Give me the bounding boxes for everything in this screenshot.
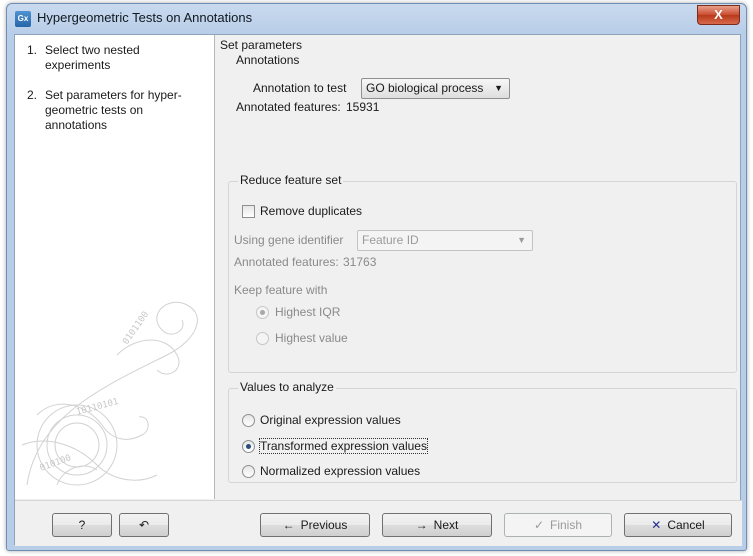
gene-identifier-value: Feature ID [362, 233, 419, 247]
annotated-features-label: Annotated features: [236, 100, 341, 114]
annotations-group: Annotations Annotation to test GO biolog… [228, 53, 737, 165]
step-number: 2. [27, 88, 38, 102]
close-button[interactable]: X [697, 5, 740, 25]
keep-feature-with-label: Keep feature with [234, 283, 328, 297]
original-values-label: Original expression values [260, 413, 401, 427]
step-1: 1. Select two nested experiments [27, 43, 207, 73]
transformed-values-radio[interactable] [242, 440, 255, 453]
normalized-values-label: Normalized expression values [260, 464, 421, 478]
button-bar: ? ↶ ← Previous → Next ✓ Finish ✕ Cancel [15, 500, 742, 546]
gene-identifier-label: Using gene identifier [234, 233, 344, 247]
arrow-right-icon: → [415, 518, 428, 532]
panel-header: Set parameters [220, 38, 303, 52]
highest-value-label: Highest value [275, 331, 348, 345]
transformed-values-label: Transformed expression values [259, 438, 428, 454]
dialog-window: Gx Hypergeometric Tests on Annotations X… [6, 3, 747, 551]
finish-button[interactable]: ✓ Finish [504, 513, 612, 537]
next-button-label: Next [433, 518, 459, 532]
values-to-analyze-title: Values to analyze [238, 380, 336, 394]
window-title: Hypergeometric Tests on Annotations [37, 10, 253, 25]
reduce-feature-set-group: Reduce feature set Remove duplicates Usi… [228, 173, 737, 373]
normalized-values-radio[interactable] [242, 465, 255, 478]
wizard-steps-panel: 1. Select two nested experiments 2. Set … [15, 35, 215, 499]
values-to-analyze-group: Values to analyze Original expression va… [228, 380, 737, 483]
previous-button[interactable]: ← Previous [260, 513, 370, 537]
next-button[interactable]: → Next [382, 513, 492, 537]
highest-iqr-radio[interactable] [256, 306, 269, 319]
step-number: 1. [27, 43, 38, 57]
gene-identifier-dropdown[interactable]: Feature ID ▼ [357, 230, 533, 251]
highest-iqr-label: Highest IQR [275, 305, 341, 319]
remove-duplicates-checkbox[interactable] [242, 205, 255, 218]
checkmark-icon: ✓ [533, 518, 545, 532]
svg-text:0101100: 0101100 [121, 310, 151, 347]
annotation-to-test-value: GO biological process [366, 81, 484, 95]
app-icon: Gx [15, 11, 31, 27]
reduce-feature-set-title: Reduce feature set [238, 173, 344, 187]
step-2: 2. Set parameters for hyper-geometric te… [27, 88, 207, 133]
annotated-features-value: 15931 [346, 100, 380, 114]
arrow-left-icon: ← [282, 518, 295, 532]
reset-icon: ↶ [138, 518, 150, 532]
reset-button[interactable]: ↶ [119, 513, 169, 537]
help-button-label: ? [78, 518, 86, 532]
cancel-button-label: Cancel [667, 518, 705, 532]
help-button[interactable]: ? [52, 513, 112, 537]
original-values-radio[interactable] [242, 414, 255, 427]
annotated-features-value: 31763 [343, 255, 377, 269]
step-label: Set parameters for hyper-geometric tests… [45, 88, 182, 132]
annotation-to-test-label: Annotation to test [253, 81, 347, 95]
dialog-body: 1. Select two nested experiments 2. Set … [14, 34, 742, 546]
chevron-down-icon: ▼ [494, 83, 503, 93]
decorative-swirl-graphic: 010100 0101100 10110101 [21, 301, 198, 486]
remove-duplicates-label: Remove duplicates [260, 204, 363, 218]
parameters-panel: Set parameters Annotations Annotation to… [218, 35, 742, 499]
finish-button-label: Finish [550, 518, 583, 532]
cancel-button[interactable]: ✕ Cancel [624, 513, 732, 537]
chevron-down-icon: ▼ [517, 235, 526, 245]
cancel-x-icon: ✕ [651, 518, 662, 532]
svg-text:10110101: 10110101 [75, 397, 119, 418]
title-bar[interactable]: Gx Hypergeometric Tests on Annotations X [7, 4, 746, 34]
annotation-to-test-dropdown[interactable]: GO biological process ▼ [361, 78, 510, 99]
highest-value-radio[interactable] [256, 332, 269, 345]
previous-button-label: Previous [300, 518, 348, 532]
step-label: Select two nested experiments [45, 43, 140, 72]
annotated-features-label: Annotated features: [234, 255, 339, 269]
annotations-group-title: Annotations [236, 53, 300, 67]
